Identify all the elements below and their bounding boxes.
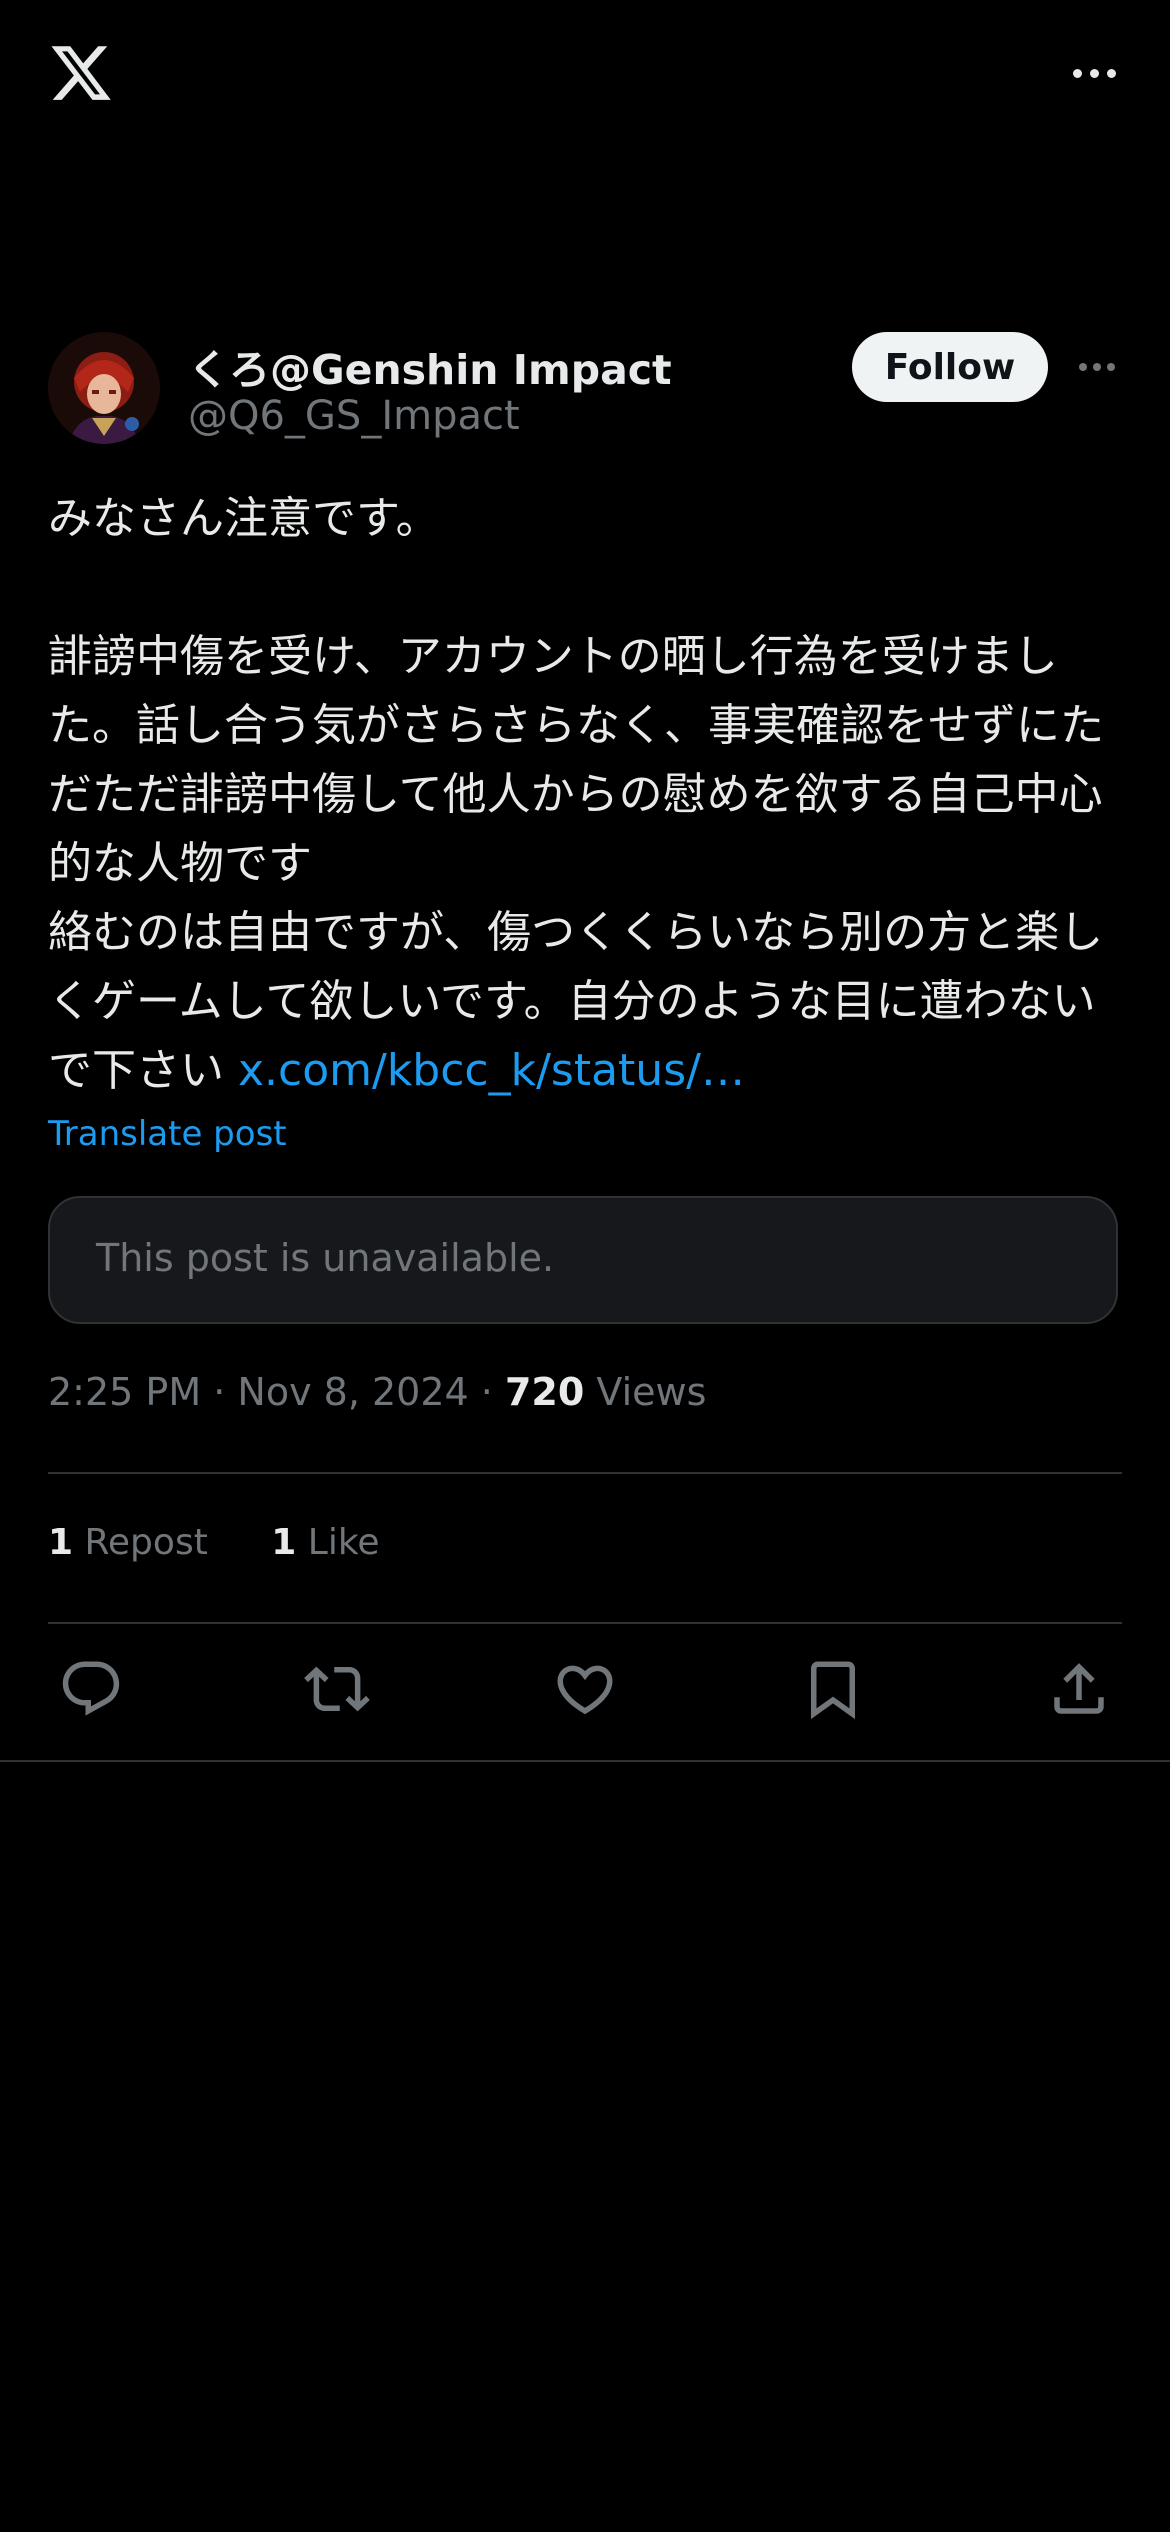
reply-icon[interactable]: [58, 1656, 124, 1722]
avatar[interactable]: [48, 332, 160, 444]
likes-label: Like: [307, 1522, 380, 1563]
translate-post-link[interactable]: Translate post: [48, 1114, 287, 1154]
like-icon[interactable]: [552, 1656, 618, 1722]
likes-stat[interactable]: 1 Like: [271, 1522, 379, 1563]
reposts-label: Repost: [84, 1522, 208, 1563]
reposts-count: 1: [48, 1522, 74, 1563]
reposts-stat[interactable]: 1 Repost: [48, 1522, 208, 1563]
tweet-author: くろ@Genshin Impact @Q6_GS_Impact Follow: [48, 330, 1122, 448]
views-label: Views: [596, 1370, 707, 1414]
tweet-time[interactable]: 2:25 PM: [48, 1370, 201, 1414]
repost-icon[interactable]: [304, 1656, 370, 1722]
meta-separator: ·: [213, 1370, 226, 1414]
views-count: 720: [504, 1370, 585, 1414]
bookmark-icon[interactable]: [800, 1656, 866, 1722]
tweet-action-bar: [0, 1650, 1170, 1730]
tweet-link[interactable]: x.com/kbcc_k/status/…: [238, 1045, 745, 1096]
tweet-more-icon[interactable]: [1070, 352, 1124, 382]
x-logo-icon[interactable]: [48, 40, 114, 106]
tweet-date[interactable]: Nov 8, 2024: [237, 1370, 468, 1414]
divider: [0, 1760, 1170, 1762]
tweet-stats: 1 Repost 1 Like: [48, 1522, 432, 1563]
more-options-icon[interactable]: [1064, 58, 1124, 88]
tweet-text: みなさん注意です。 誹謗中傷を受け、アカウントの晒し行為を受けました。話し合う気…: [48, 484, 1128, 1105]
divider: [48, 1622, 1122, 1624]
top-bar: [0, 0, 1170, 150]
tweet-body: みなさん注意です。 誹謗中傷を受け、アカウントの晒し行為を受けました。話し合う気…: [48, 493, 1104, 1096]
tweet-meta: 2:25 PM · Nov 8, 2024 · 720 Views: [48, 1370, 706, 1414]
likes-count: 1: [271, 1522, 297, 1563]
quoted-post-card[interactable]: This post is unavailable.: [48, 1196, 1118, 1324]
divider: [48, 1472, 1122, 1474]
author-display-name[interactable]: くろ@Genshin Impact: [188, 336, 672, 396]
share-icon[interactable]: [1046, 1656, 1112, 1722]
author-handle[interactable]: @Q6_GS_Impact: [188, 393, 520, 439]
quoted-post-unavailable-text: This post is unavailable.: [96, 1236, 555, 1280]
follow-button[interactable]: Follow: [852, 332, 1048, 402]
meta-separator: ·: [480, 1370, 493, 1414]
